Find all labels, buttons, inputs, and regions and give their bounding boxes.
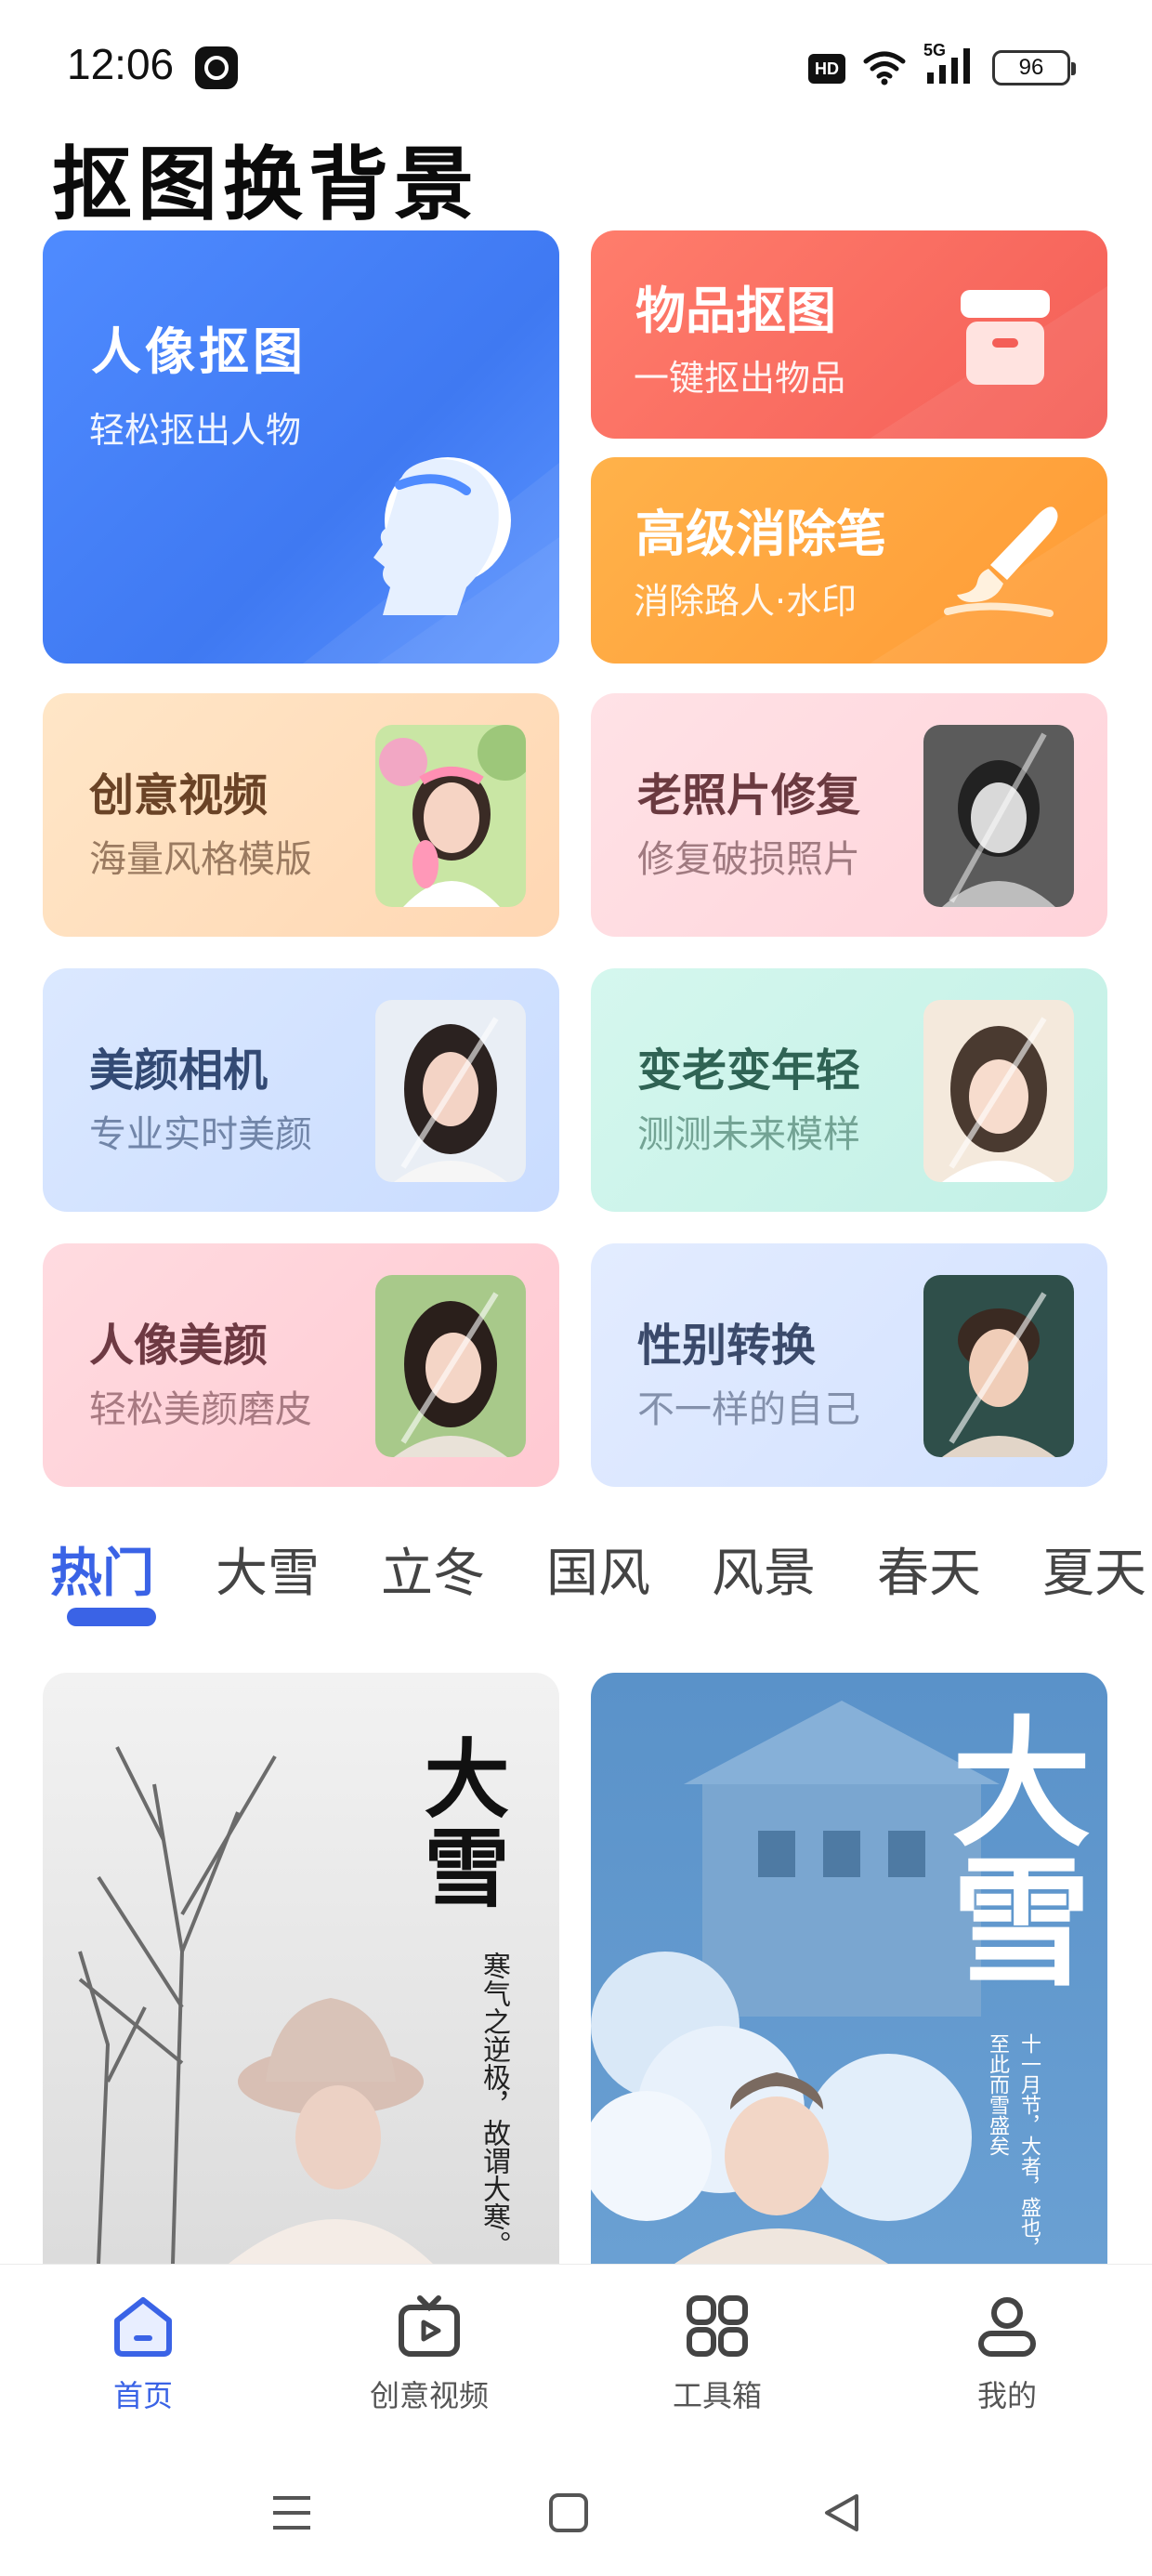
object-cutout-card[interactable]: 物品抠图 一键抠出物品 (591, 230, 1107, 439)
template-preview-card[interactable]: 大雪 十一月节，大者，盛也，至此而雪盛矣 (591, 1673, 1107, 2264)
tile-subtitle: 海量风格模版 (89, 838, 312, 881)
gender-swap-card[interactable]: 性别转换 不一样的自己 (591, 1243, 1107, 1487)
tile-subtitle: 修复破损照片 (637, 838, 860, 881)
nav-profile-label: 我的 (976, 2378, 1037, 2413)
system-navigation-bar (0, 2422, 1152, 2576)
template-preview-card[interactable]: 大雪 寒气之逆极，故谓大寒。 (43, 1673, 559, 2264)
bottom-navigation: 首页 创意视频 工具箱 我的 (0, 2264, 1152, 2423)
tile-subtitle: 测测未来模样 (637, 1113, 860, 1156)
tab-hot[interactable]: 热门 (50, 1531, 154, 1607)
home-icon (114, 2297, 172, 2357)
tile-title: 变老变年轻 (637, 1045, 861, 1097)
portrait-cutout-card[interactable]: 人像抠图 轻松抠出人物 (43, 230, 559, 664)
video-play-icon (399, 2295, 460, 2357)
tile-subtitle: 不一样的自己 (637, 1388, 860, 1431)
user-icon (978, 2297, 1036, 2357)
tile-title: 老照片修复 (637, 769, 861, 821)
tile-title: 美颜相机 (89, 1045, 268, 1097)
battery-indicator: 96 (992, 50, 1076, 85)
status-time: 12:06 (67, 40, 175, 88)
portrait-silhouette-icon (373, 457, 511, 615)
tile-thumbnail (923, 1000, 1074, 1182)
template-title: 大雪 (410, 1734, 510, 1912)
age-transform-card[interactable]: 变老变年轻 测测未来模样 (591, 968, 1107, 1212)
tab-scenery[interactable]: 风景 (712, 1531, 816, 1607)
nav-creative-video-label: 创意视频 (369, 2378, 489, 2413)
app-notification-icon (195, 46, 238, 89)
template-title: 大雪 (928, 1710, 1092, 1989)
portrait-cutout-subtitle: 轻松抠出人物 (89, 410, 302, 451)
category-tabs: 热门 大雪 立冬 国风 风景 春天 夏天 (50, 1531, 1152, 1615)
nav-home[interactable]: 首页 (50, 2293, 236, 2415)
beauty-camera-card[interactable]: 美颜相机 专业实时美颜 (43, 968, 559, 1212)
tile-subtitle: 轻松美颜磨皮 (89, 1388, 312, 1431)
tab-summer[interactable]: 夏天 (1042, 1531, 1146, 1607)
back-triangle-icon[interactable] (821, 2492, 862, 2533)
menu-icon[interactable] (269, 2492, 314, 2533)
hd-badge: HD (808, 54, 845, 84)
nav-profile[interactable]: 我的 (914, 2293, 1100, 2415)
tab-heavy-snow[interactable]: 大雪 (216, 1531, 320, 1607)
active-tab-indicator (67, 1608, 156, 1626)
grid-icon (687, 2295, 748, 2357)
cell-signal-icon: 5G (923, 41, 975, 85)
tile-thumbnail (375, 725, 526, 907)
nav-toolbox[interactable]: 工具箱 (624, 2293, 810, 2415)
box-icon (961, 290, 1050, 385)
tile-thumbnail (375, 1000, 526, 1182)
tab-winter-begins[interactable]: 立冬 (381, 1531, 485, 1607)
portrait-beauty-card[interactable]: 人像美颜 轻松美颜磨皮 (43, 1243, 559, 1487)
nav-toolbox-label: 工具箱 (672, 2378, 762, 2413)
object-cutout-subtitle: 一键抠出物品 (634, 358, 846, 399)
advanced-eraser-card[interactable]: 高级消除笔 消除路人·水印 (591, 457, 1107, 664)
tile-title: 创意视频 (89, 769, 268, 821)
template-caption: 十一月节，大者，盛也，至此而雪盛矣 (986, 2033, 1041, 2258)
creative-video-card[interactable]: 创意视频 海量风格模版 (43, 693, 559, 937)
tile-title: 人像美颜 (89, 1320, 268, 1372)
old-photo-restore-card[interactable]: 老照片修复 修复破损照片 (591, 693, 1107, 937)
wifi-icon (863, 51, 906, 85)
tile-subtitle: 专业实时美颜 (89, 1113, 312, 1156)
portrait-cutout-title: 人像抠图 (91, 322, 307, 381)
tile-thumbnail (923, 1275, 1074, 1457)
home-square-icon[interactable] (548, 2492, 589, 2533)
tile-thumbnail (923, 725, 1074, 907)
tab-chinese-style[interactable]: 国风 (546, 1531, 650, 1607)
brush-icon (944, 506, 1058, 617)
page-title: 抠图换背景 (52, 138, 479, 231)
advanced-eraser-title: 高级消除笔 (635, 505, 886, 563)
object-cutout-title: 物品抠图 (635, 282, 836, 340)
advanced-eraser-subtitle: 消除路人·水印 (634, 581, 857, 622)
tab-spring[interactable]: 春天 (877, 1531, 981, 1607)
template-caption: 寒气之逆极，故谓大寒。 (478, 1952, 510, 2258)
nav-home-label: 首页 (112, 2378, 173, 2413)
nav-creative-video[interactable]: 创意视频 (336, 2293, 522, 2415)
tile-title: 性别转换 (637, 1320, 817, 1372)
tile-thumbnail (375, 1275, 526, 1457)
